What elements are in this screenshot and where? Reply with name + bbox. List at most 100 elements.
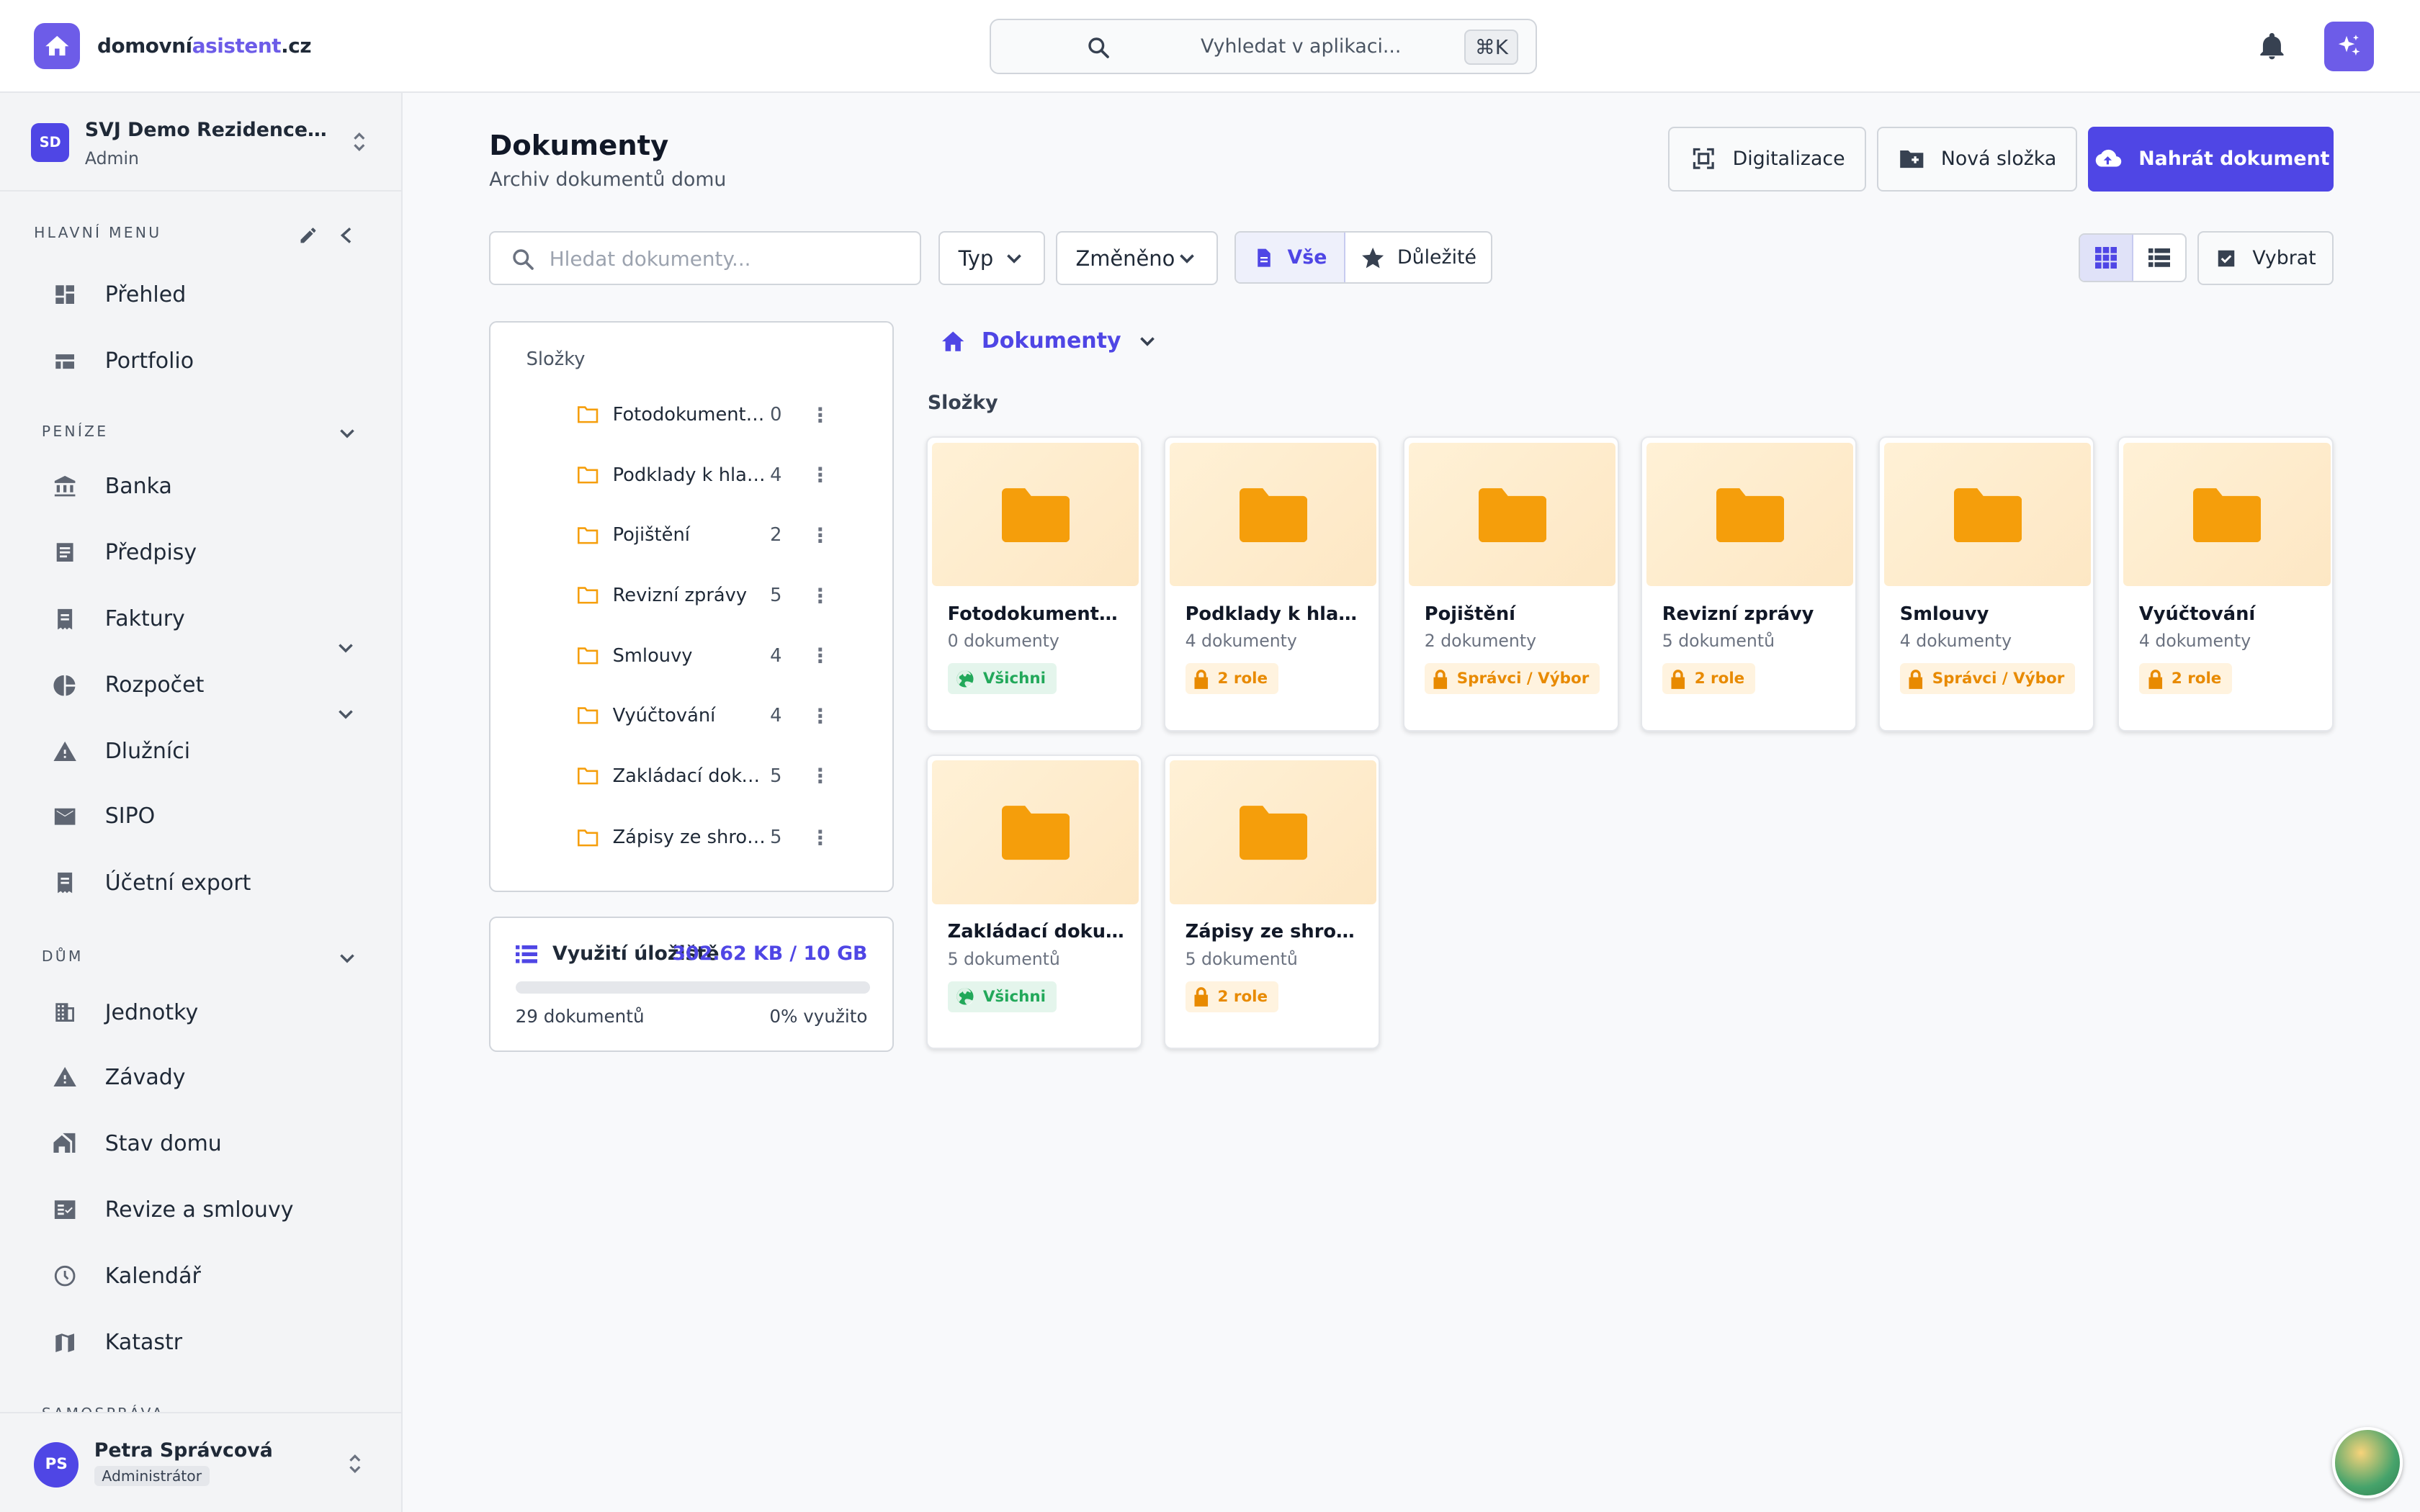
home-logo-icon[interactable] [34,23,81,70]
org-switcher[interactable]: SD SVJ Demo Rezidence Vltava Admin [0,93,402,192]
folder-card[interactable]: Revizní zprávy 5 dokumentů 2 role [1640,436,1857,732]
lock-icon [1193,669,1210,689]
folder-card-name: Pojištění [1424,603,1515,625]
building-icon [55,1003,74,1022]
folder-icon [2192,487,2262,543]
folder-outline-icon [578,829,599,846]
tree-folder-count: 5 [770,585,782,606]
sidebar-item-faktury[interactable]: Faktury [53,606,185,631]
sidebar-item-banka[interactable]: Banka [53,474,172,499]
sidebar-item-label: Dlužníci [104,739,191,765]
access-badge: 2 role [1185,663,1279,695]
sidebar-item-label: Předpisy [104,540,197,565]
bell-icon[interactable] [2257,30,2287,63]
unfold-icon [349,1454,361,1474]
tree-folder-item[interactable]: Vyúčtování 4 ⋮ [575,701,853,732]
digitize-button[interactable]: Digitalizace [1668,126,1866,192]
portfolio-icon [55,354,74,369]
storage-icon [515,945,537,964]
tree-folder-count: 5 [770,765,782,787]
sidebar-item-revize[interactable]: Revize a smlouvy [53,1197,293,1223]
folder-card-count: 4 dokumenty [1899,631,2012,652]
folder-card[interactable]: Podklady k hlasování 4 dokumenty 2 role [1163,436,1380,732]
document-search-input[interactable] [549,243,905,275]
sidebar-item-katastr[interactable]: Katastr [53,1330,182,1355]
global-search[interactable]: Vyhledat v aplikaci... ⌘K [989,18,1538,74]
sidebar-item-kalendar[interactable]: Kalendář [53,1264,201,1289]
collapse-sidebar-icon[interactable] [338,225,357,246]
more-vertical-icon[interactable]: ⋮ [810,704,830,728]
more-vertical-icon[interactable]: ⋮ [810,584,830,608]
sidebar-item-rozpocet[interactable]: Rozpočet [53,672,204,698]
sidebar-item-label: Katastr [104,1330,183,1356]
type-filter[interactable]: Typ [938,231,1045,286]
changed-filter[interactable]: Změněno [1055,231,1218,286]
select-button[interactable]: Vybrat [2197,231,2334,286]
more-vertical-icon[interactable]: ⋮ [810,764,830,788]
folder-card[interactable]: Smlouvy 4 dokumenty Správci / Výbor [1878,436,2094,732]
folder-card[interactable]: Zápisy ze shromáždění 5 dokumentů 2 role [1163,754,1380,1050]
grid-view-button[interactable] [2080,234,2134,282]
sidebar-item-label: Kalendář [104,1264,201,1290]
chevron-down-icon[interactable] [336,949,358,968]
folder-outline-icon [578,707,599,724]
chevron-down-icon [1140,337,1155,346]
tree-folder-item[interactable]: Smlouvy 4 ⋮ [575,640,853,671]
tree-folder-item[interactable]: Fotodokumentace 0 ⋮ [575,400,853,431]
more-vertical-icon[interactable]: ⋮ [810,463,830,487]
sidebar-item-portfolio[interactable]: Portfolio [53,348,194,374]
document-search[interactable] [489,231,922,286]
chevron-down-icon[interactable] [335,705,357,724]
folder-thumbnail [932,760,1139,904]
sidebar-item-sipo[interactable]: SIPO [53,804,155,829]
folder-card-name: Vyúčtování [2138,603,2256,625]
app-logo-text[interactable]: domovníasistent.cz [97,34,312,58]
sidebar-item-dluznici[interactable]: Dlužníci [53,739,190,764]
filter-all[interactable]: Vše [1236,233,1346,283]
user-menu[interactable]: PS Petra Správcová Administrátor [0,1411,402,1512]
chevron-down-icon[interactable] [335,639,357,657]
map-icon [55,1333,74,1352]
access-badge-label: Správci / Výbor [1456,670,1590,688]
upload-document-button[interactable]: Nahrát dokument [2088,126,2334,192]
storage-progress-bar [515,981,871,994]
tree-folder-item[interactable]: Revizní zprávy 5 ⋮ [575,580,853,611]
sidebar-item-label: Přehled [104,282,187,308]
folder-thumbnail [1170,760,1377,904]
user-role-badge: Administrátor [94,1465,210,1486]
sidebar-item-jednotky[interactable]: Jednotky [53,1000,198,1025]
list-view-button[interactable] [2133,235,2185,282]
sidebar-item-predpisy[interactable]: Předpisy [53,540,197,565]
folder-card-name: Revizní zprávy [1662,603,1814,625]
folder-card-name: Podklady k hlasování [1185,603,1368,625]
tree-folder-item[interactable]: Pojištění 2 ⋮ [575,520,853,551]
chevron-down-icon[interactable] [336,424,358,443]
folder-card[interactable]: Pojištění 2 dokumenty Správci / Výbor [1402,436,1619,732]
sidebar-item-prehled[interactable]: Přehled [53,282,186,307]
user-name: Petra Správcová [94,1439,273,1462]
new-folder-button[interactable]: Nová složka [1876,126,2078,192]
more-vertical-icon[interactable]: ⋮ [810,403,830,427]
tree-folder-name: Pojištění [612,524,690,546]
folder-card-count: 5 dokumentů [947,948,1060,969]
more-vertical-icon[interactable]: ⋮ [810,523,830,547]
tree-folder-item[interactable]: Zápisy ze shromáždění 5 ⋮ [575,822,853,853]
folder-card[interactable]: Vyúčtování 4 dokumenty 2 role [2118,436,2334,732]
sidebar-item-ucetni-export[interactable]: Účetní export [53,870,251,896]
folder-card[interactable]: Fotodokumentace 0 dokumenty Všichni [926,436,1142,732]
folder-card[interactable]: Zakládací dokumenty 5 dokumentů Všichni [926,754,1142,1050]
filter-important[interactable]: Důležité [1345,233,1491,282]
breadcrumb[interactable]: Dokumenty [940,328,1158,354]
tree-folder-item[interactable]: Podklady k hlasování 4 ⋮ [575,459,853,490]
sidebar-item-zavady[interactable]: Závady [53,1065,186,1090]
sidebar-item-label: Závady [104,1064,186,1090]
mail-icon [54,808,76,825]
ai-assistant-button[interactable] [2324,22,2374,71]
tree-folder-item[interactable]: Zakládací dokumenty 5 ⋮ [575,760,853,791]
pencil-icon[interactable] [298,225,318,246]
assistant-bot-avatar[interactable] [2331,1427,2403,1498]
more-vertical-icon[interactable]: ⋮ [810,826,830,850]
more-vertical-icon[interactable]: ⋮ [810,644,830,667]
sidebar-item-stav-domu[interactable]: Stav domu [53,1131,222,1156]
warning-icon [53,741,76,761]
